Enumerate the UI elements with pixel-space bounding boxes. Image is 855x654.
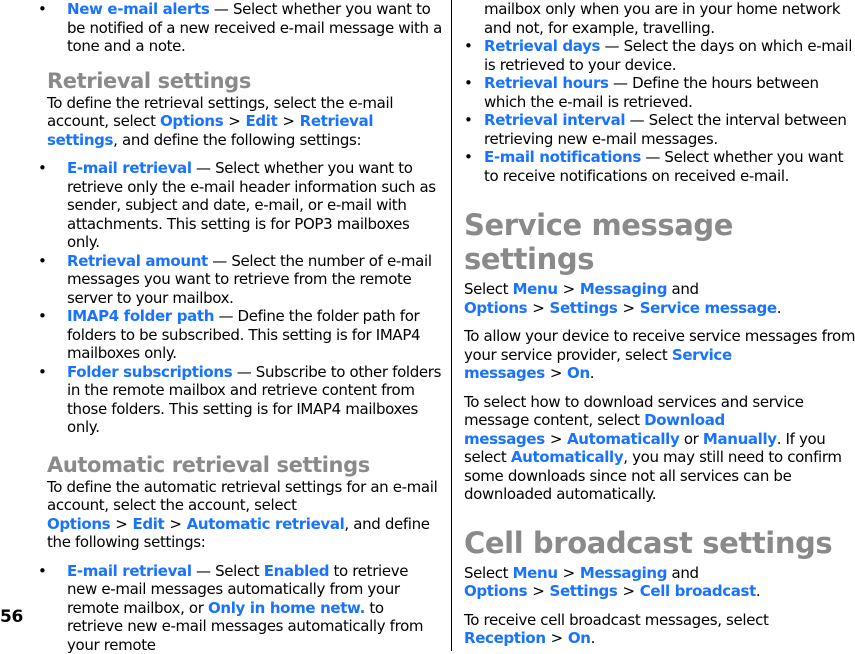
retrieval-intro: To define the retrieval settings, select… [47,94,442,150]
list-item: IMAP4 folder path — Define the folder pa… [27,307,442,363]
automatic-retrieval-heading: Automatic retrieval settings [47,452,442,478]
list-item: Retrieval interval — Select the interval… [464,111,855,148]
value-manually: Manually [703,430,777,448]
path-options: Options [464,582,527,600]
list-item: Retrieval amount — Select the number of … [27,252,442,308]
page-number: 56 [0,607,23,627]
value-automatically: Automatically [567,430,679,448]
automatic-settings-list-cont: Retrieval days — Select the days on whic… [464,37,855,185]
service-path: Select Menu>Messaging and Options>Settin… [464,280,855,317]
value-automatically: Automatically [511,448,623,466]
path-menu: Menu [513,564,558,582]
service-download-paragraph: To select how to download services and s… [464,393,855,504]
setting-term: New e-mail alerts [67,0,209,18]
option-home-network: Only in home netw. [208,599,365,617]
cell-broadcast-heading: Cell broadcast settings [464,526,855,560]
list-item: E-mail retrieval — Select whether you wa… [27,159,442,252]
right-column: mailbox only when you are in your home n… [464,0,855,648]
setting-term: Folder subscriptions [67,363,232,381]
setting-term: Retrieval interval [484,111,625,129]
path-options: Options [464,299,527,317]
option-reception: Reception [464,629,546,647]
column-divider [451,0,452,651]
setting-term: Retrieval days [484,37,600,55]
path-messaging: Messaging [580,564,667,582]
setting-term: E-mail notifications [484,148,641,166]
left-column: New e-mail alerts — Select whether you w… [47,0,442,654]
path-edit: Edit [246,112,278,130]
list-item: Retrieval hours — Define the hours betwe… [464,74,855,111]
service-message-heading: Service message settings [464,208,855,276]
value-on: On [567,364,590,382]
setting-term: Retrieval hours [484,74,609,92]
list-item: Folder subscriptions — Subscribe to othe… [27,363,442,437]
retrieval-settings-heading: Retrieval settings [47,68,442,94]
setting-term: IMAP4 folder path [67,307,214,325]
path-options: Options [47,515,110,533]
path-automatic-retrieval: Automatic retrieval [187,515,345,533]
list-item: Retrieval days — Select the days on whic… [464,37,855,74]
list-item: E-mail notifications — Select whether yo… [464,148,855,185]
path-options: Options [160,112,223,130]
path-edit: Edit [132,515,164,533]
list-item: E-mail retrieval — Select Enabled to ret… [27,562,442,654]
retrieval-settings-list: E-mail retrieval — Select whether you wa… [27,159,442,437]
value-on: On [568,629,591,647]
continuation-text: mailbox only when you are in your home n… [464,0,855,37]
path-cell-broadcast: Cell broadcast [640,582,756,600]
alerts-list: New e-mail alerts — Select whether you w… [27,0,442,56]
path-settings: Settings [549,299,617,317]
path-messaging: Messaging [580,280,667,298]
cell-path: Select Menu>Messaging and Options>Settin… [464,564,855,601]
path-menu: Menu [513,280,558,298]
list-item: New e-mail alerts — Select whether you w… [27,0,442,56]
setting-term: E-mail retrieval [67,562,192,580]
service-allow-paragraph: To allow your device to receive service … [464,327,855,383]
path-service-message: Service message [640,299,777,317]
path-settings: Settings [549,582,617,600]
automatic-settings-list: E-mail retrieval — Select Enabled to ret… [27,562,442,654]
option-enabled: Enabled [264,562,329,580]
automatic-intro: To define the automatic retrieval settin… [47,478,442,552]
cell-reception-paragraph: To receive cell broadcast messages, sele… [464,611,855,648]
setting-term: Retrieval amount [67,252,208,270]
setting-term: E-mail retrieval [67,159,192,177]
